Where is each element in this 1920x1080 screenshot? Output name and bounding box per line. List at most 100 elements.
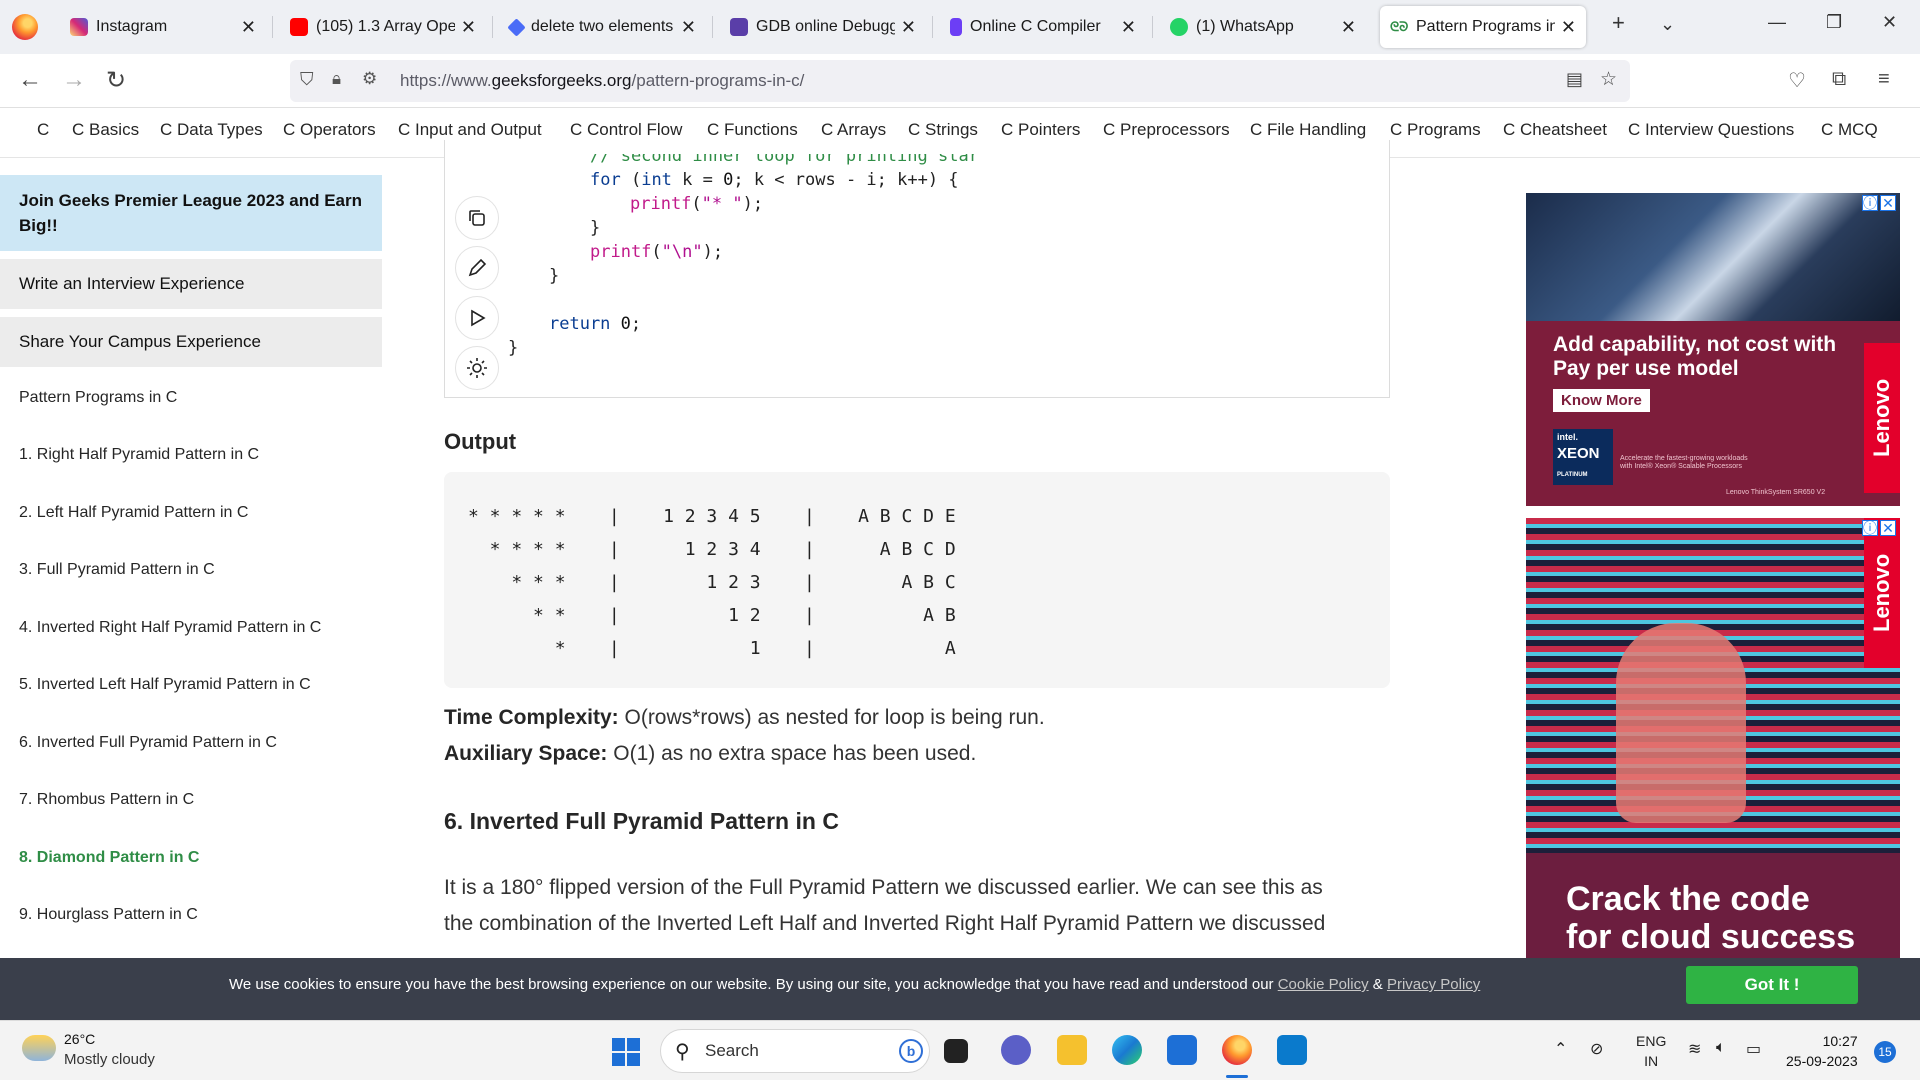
ad-close-icon[interactable]: ✕	[1880, 520, 1896, 536]
pocket-icon[interactable]: ♡	[1788, 68, 1806, 93]
tab-online-c-compiler[interactable]: Online C Compiler ✕	[940, 6, 1146, 48]
sidebar-share-campus[interactable]: Share Your Campus Experience	[0, 317, 382, 367]
reload-icon[interactable]: ↻	[106, 66, 126, 95]
notification-badge[interactable]: 15	[1874, 1041, 1896, 1063]
sidebar-link-active[interactable]: 8. Diamond Pattern in C	[19, 849, 199, 867]
sidebar-link[interactable]: Pattern Programs in C	[19, 389, 177, 407]
sidebar-link[interactable]: 4. Inverted Right Half Pyramid Pattern i…	[19, 619, 321, 637]
tab-gdb[interactable]: GDB online Debugger ✕	[720, 6, 926, 48]
sidebar-link[interactable]: 3. Full Pyramid Pattern in C	[19, 561, 215, 579]
list-tabs-chevron-icon[interactable]: ⌄	[1660, 14, 1675, 35]
nav-item-c-programs[interactable]: C Programs	[1390, 120, 1481, 140]
extensions-icon[interactable]: ⧉	[1832, 68, 1846, 91]
close-icon[interactable]: ✕	[1121, 17, 1136, 38]
teams-chat-icon[interactable]	[1001, 1035, 1031, 1065]
close-icon[interactable]: ✕	[1341, 17, 1356, 38]
run-button[interactable]	[455, 296, 499, 340]
nav-item-c[interactable]: C	[37, 120, 49, 140]
ad-close-icon[interactable]: ✕	[1880, 195, 1896, 211]
ad-banner-lenovo-1[interactable]: Add capability, not cost with Pay per use…	[1526, 193, 1900, 506]
nav-item-c-preprocessors[interactable]: C Preprocessors	[1103, 120, 1230, 140]
sidebar-link[interactable]: 6. Inverted Full Pyramid Pattern in C	[19, 734, 277, 752]
bing-icon[interactable]: b	[899, 1039, 923, 1063]
firefox-icon[interactable]	[12, 14, 38, 40]
nav-item-c-input-output[interactable]: C Input and Output	[398, 120, 542, 140]
language-indicator[interactable]: ENG IN	[1636, 1031, 1666, 1071]
close-icon[interactable]: ✕	[901, 17, 916, 38]
new-tab-button[interactable]: +	[1612, 10, 1625, 36]
windows-start-icon[interactable]	[612, 1038, 640, 1066]
tab-delete-elements[interactable]: delete two elements a ✕	[500, 6, 706, 48]
privacy-policy-link[interactable]: Privacy Policy	[1387, 976, 1480, 993]
ad-know-more-button[interactable]: Know More	[1553, 389, 1650, 412]
nav-item-c-file-handling[interactable]: C File Handling	[1250, 120, 1366, 140]
nav-item-c-cheatsheet[interactable]: C Cheatsheet	[1503, 120, 1607, 140]
got-it-button[interactable]: Got It !	[1686, 966, 1858, 1004]
tab-whatsapp[interactable]: (1) WhatsApp ✕	[1160, 6, 1366, 48]
close-icon[interactable]: ✕	[461, 17, 476, 38]
nav-item-c-functions[interactable]: C Functions	[707, 120, 798, 140]
nav-item-c-mcq[interactable]: C MCQ	[1821, 120, 1878, 140]
nav-item-c-operators[interactable]: C Operators	[283, 120, 376, 140]
tab-youtube[interactable]: (105) 1.3 Array Operati ✕	[280, 6, 486, 48]
permissions-icon[interactable]: ⚙	[362, 69, 377, 89]
taskbar-search[interactable]: ⚲ Search b	[660, 1029, 930, 1073]
forward-arrow-icon[interactable]: →	[62, 66, 86, 94]
weather-cloud-icon[interactable]	[22, 1035, 56, 1061]
minimize-button[interactable]: —	[1768, 12, 1786, 33]
tab-instagram[interactable]: Instagram ✕	[60, 6, 266, 48]
theme-button[interactable]	[455, 346, 499, 390]
store-icon[interactable]	[1167, 1035, 1197, 1065]
sidebar-promo-gpl[interactable]: Join Geeks Premier League 2023 and Earn …	[0, 175, 382, 251]
volume-icon[interactable]: 🔈︎	[1716, 1039, 1726, 1057]
sidebar-link[interactable]: 5. Inverted Left Half Pyramid Pattern in…	[19, 676, 311, 694]
ad-banner-lenovo-2[interactable]: Lenovo Crack the code for cloud success	[1526, 518, 1900, 958]
nav-item-c-pointers[interactable]: C Pointers	[1001, 120, 1080, 140]
firefox-taskbar-icon[interactable]	[1222, 1035, 1252, 1065]
cookie-policy-link[interactable]: Cookie Policy	[1278, 976, 1369, 993]
sidebar-link[interactable]: 2. Left Half Pyramid Pattern in C	[19, 504, 248, 522]
network-off-icon[interactable]: ⊘	[1590, 1039, 1603, 1059]
nav-item-c-control-flow[interactable]: C Control Flow	[570, 120, 682, 140]
sidebar-link[interactable]: 1. Right Half Pyramid Pattern in C	[19, 446, 259, 464]
nav-item-c-data-types[interactable]: C Data Types	[160, 120, 263, 140]
nav-item-c-strings[interactable]: C Strings	[908, 120, 978, 140]
bookmark-star-icon[interactable]: ☆	[1600, 68, 1617, 91]
ad-headline: Add capability, not cost with Pay per use…	[1553, 333, 1837, 380]
sidebar-link[interactable]: 7. Rhombus Pattern in C	[19, 791, 194, 809]
nav-item-c-basics[interactable]: C Basics	[72, 120, 139, 140]
close-window-button[interactable]: ✕	[1882, 12, 1897, 33]
vscode-icon[interactable]	[1277, 1035, 1307, 1065]
tab-separator	[272, 16, 273, 38]
edit-button[interactable]	[455, 246, 499, 290]
clock[interactable]: 10:27 25-09-2023	[1786, 1031, 1858, 1071]
tab-pattern-programs[interactable]: ᘓᘐ Pattern Programs in C ✕	[1380, 6, 1586, 48]
task-view-icon[interactable]	[944, 1039, 968, 1063]
weather-condition[interactable]: Mostly cloudy	[64, 1051, 155, 1068]
close-icon[interactable]: ✕	[681, 17, 696, 38]
code-line: }	[508, 338, 519, 358]
sidebar-write-interview[interactable]: Write an Interview Experience	[0, 259, 382, 309]
ad-info-icon[interactable]: ⓘ	[1862, 520, 1878, 536]
back-arrow-icon[interactable]: ←	[18, 66, 42, 94]
ad-info-icon[interactable]: ⓘ	[1862, 195, 1878, 211]
menu-icon[interactable]: ≡	[1878, 68, 1890, 91]
restore-button[interactable]: ❐	[1826, 12, 1842, 33]
edge-icon[interactable]	[1112, 1035, 1142, 1065]
show-hidden-icons-chevron-icon[interactable]: ⌃	[1554, 1039, 1567, 1059]
file-explorer-icon[interactable]	[1057, 1035, 1087, 1065]
nav-item-c-arrays[interactable]: C Arrays	[821, 120, 886, 140]
reader-view-icon[interactable]: ▤	[1566, 69, 1583, 90]
wifi-icon[interactable]: ≋	[1688, 1039, 1701, 1059]
close-icon[interactable]: ✕	[1561, 17, 1576, 38]
weather-temperature[interactable]: 26°C	[64, 1031, 95, 1047]
url-text[interactable]: https://www.geeksforgeeks.org/pattern-pr…	[400, 71, 804, 91]
battery-icon[interactable]: ▭	[1746, 1039, 1761, 1059]
sidebar-link[interactable]: 9. Hourglass Pattern in C	[19, 906, 198, 924]
close-icon[interactable]: ✕	[241, 17, 256, 38]
lock-icon[interactable]: 🔒︎	[332, 69, 341, 89]
nav-item-c-interview-questions[interactable]: C Interview Questions	[1628, 120, 1794, 140]
shield-icon[interactable]: ⛉	[300, 69, 314, 90]
url-bar[interactable]: ⛉ 🔒︎ ⚙ https://www.geeksforgeeks.org/pat…	[290, 60, 1630, 102]
copy-button[interactable]	[455, 196, 499, 240]
